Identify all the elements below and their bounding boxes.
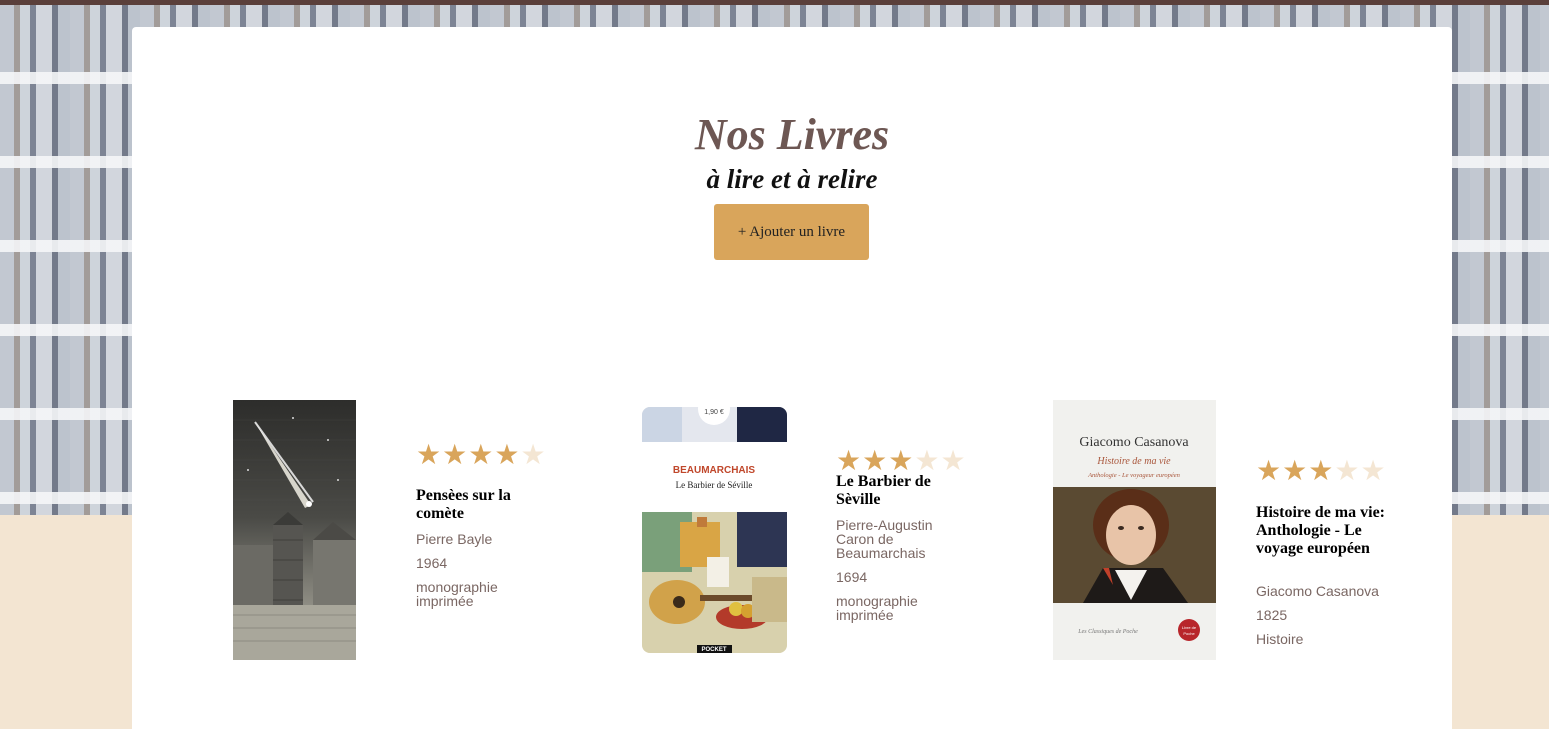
book-cover[interactable] <box>233 400 356 660</box>
casanova-cover-image: Giacomo Casanova Histoire de ma vie Anth… <box>1053 400 1216 660</box>
book-year: 1825 <box>1256 607 1288 623</box>
star-icon[interactable]: ★ <box>836 447 861 475</box>
star-icon[interactable]: ★ <box>416 441 441 469</box>
book-type: monographie imprimée <box>836 593 918 623</box>
top-bar <box>0 0 1549 5</box>
book-title: Le Barbier de Sèville <box>836 473 931 508</box>
book-author: Giacomo Casanova <box>1256 583 1379 599</box>
star-icon[interactable]: ★ <box>442 441 467 469</box>
cover-author: BEAUMARCHAIS <box>673 465 756 476</box>
star-icon[interactable]: ★ <box>1334 457 1359 485</box>
star-icon[interactable]: ★ <box>862 447 887 475</box>
star-icon[interactable]: ★ <box>520 441 545 469</box>
book-card[interactable]: 1,90 € BEAUMARCHAIS Le Barbier de Sévill… <box>642 407 1002 667</box>
book-title: Pensèes sur la comète <box>416 487 511 522</box>
book-cover[interactable]: Giacomo Casanova Histoire de ma vie Anth… <box>1053 400 1216 660</box>
page-subtitle: à lire et à relire <box>706 164 878 194</box>
svg-text:Livre de: Livre de <box>1182 625 1197 630</box>
book-year: 1964 <box>416 555 448 571</box>
book-author: Pierre Bayle <box>416 531 493 547</box>
star-icon[interactable]: ★ <box>1256 457 1281 485</box>
svg-text:Poche: Poche <box>1183 631 1195 636</box>
rating-stars: ★ ★ ★ ★ ★ <box>416 441 546 469</box>
cover-subtitle: Anthologie - Le voyageur européen <box>1087 472 1180 479</box>
star-icon[interactable]: ★ <box>914 447 939 475</box>
add-book-button[interactable]: + Ajouter un livre <box>714 204 869 260</box>
barbier-cover-image: 1,90 € BEAUMARCHAIS Le Barbier de Sévill… <box>642 407 787 653</box>
comet-engraving-image <box>233 400 356 660</box>
cover-publisher: POCKET <box>701 647 726 653</box>
star-icon[interactable]: ★ <box>1360 457 1385 485</box>
book-type: monographie imprimée <box>416 579 498 609</box>
book-author: Pierre-Augustin Caron de Beaumarchais <box>836 517 933 561</box>
cover-title: Histoire de ma vie <box>1096 456 1171 467</box>
star-icon[interactable]: ★ <box>494 441 519 469</box>
rating-stars: ★ ★ ★ ★ ★ <box>1256 457 1386 485</box>
cover-price: 1,90 € <box>704 409 724 416</box>
star-icon[interactable]: ★ <box>468 441 493 469</box>
livre-de-poche-logo <box>1178 619 1200 641</box>
star-icon[interactable]: ★ <box>940 447 965 475</box>
rating-stars: ★ ★ ★ ★ ★ <box>836 447 966 475</box>
star-icon[interactable]: ★ <box>888 447 913 475</box>
book-type: Histoire <box>1256 631 1304 647</box>
book-year: 1694 <box>836 569 868 585</box>
main-card: Nos Livres à lire et à relire + Ajouter … <box>132 27 1452 729</box>
book-cover[interactable]: 1,90 € BEAUMARCHAIS Le Barbier de Sévill… <box>642 407 787 653</box>
cover-collection: Les Classiques de Poche <box>1077 629 1138 635</box>
book-card[interactable]: Giacomo Casanova Histoire de ma vie Anth… <box>1053 400 1413 662</box>
cover-author: Giacomo Casanova <box>1079 435 1189 450</box>
star-icon[interactable]: ★ <box>1282 457 1307 485</box>
book-card[interactable]: ★ ★ ★ ★ ★ Pensèes sur la comète Pierre B… <box>233 400 593 662</box>
cover-title: Le Barbier de Séville <box>676 480 753 490</box>
star-icon[interactable]: ★ <box>1308 457 1333 485</box>
page-title: Nos Livres <box>694 110 890 159</box>
book-title: Histoire de ma vie: Anthologie - Le voya… <box>1256 504 1386 557</box>
